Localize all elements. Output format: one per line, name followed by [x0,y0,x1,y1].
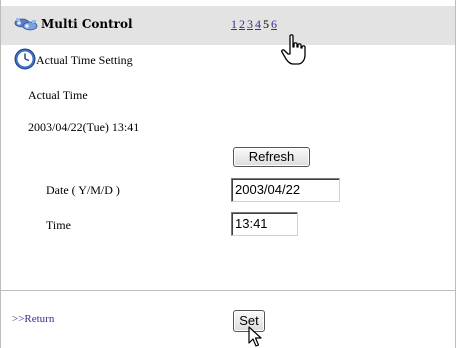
page-navigation: 123456 [231,17,279,32]
date-input[interactable]: 2003/04/22 [231,178,340,202]
page-link-4[interactable]: 4 [255,17,261,31]
hand-pointer-icon [281,34,306,65]
page-link-3[interactable]: 3 [247,17,253,31]
page-link-6[interactable]: 6 [271,17,277,31]
page-current-5: 5 [263,17,269,31]
actual-time-label: Actual Time [28,88,88,102]
actual-time-value: 2003/04/22(Tue) 13:41 [28,120,140,134]
refresh-button[interactable]: Refresh [233,147,310,167]
app-title: Multi Control [41,17,133,31]
frame-right-border [455,0,456,348]
section-title: Actual Time Setting [36,53,133,67]
arrow-pointer-icon [248,326,262,347]
frame-left-border [0,0,1,348]
page-link-1[interactable]: 1 [231,17,237,31]
clock-icon [14,48,36,70]
return-link[interactable]: >>Return [12,313,54,325]
page-link-2[interactable]: 2 [239,17,245,31]
divider [1,290,455,291]
time-label: Time [46,218,71,232]
multi-projector-icon [14,18,38,31]
time-input[interactable]: 13:41 [231,212,298,236]
date-label: Date ( Y/M/D ) [46,183,120,197]
